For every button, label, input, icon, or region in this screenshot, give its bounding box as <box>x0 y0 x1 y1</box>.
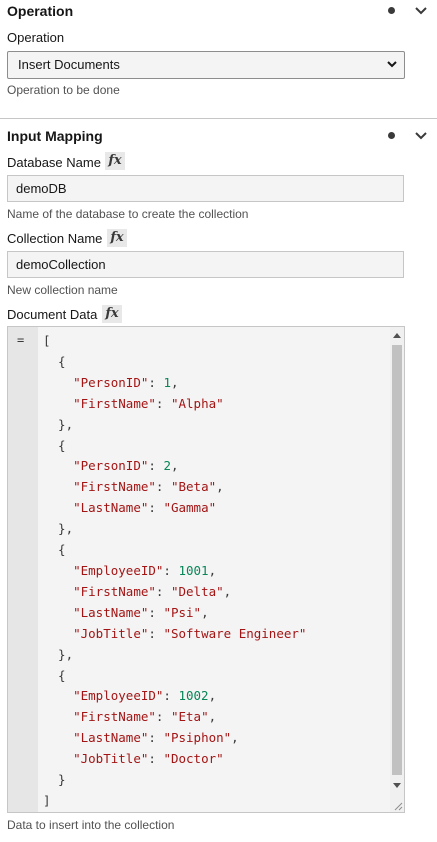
status-dot-icon <box>388 7 395 14</box>
code-line: { <box>43 667 66 683</box>
code-line: "EmployeeID": 1001, <box>73 562 217 578</box>
code-line: }, <box>43 416 74 432</box>
operation-section: Operation Operation Insert Documents Ope… <box>0 0 437 118</box>
code-line: "FirstName": "Eta", <box>73 709 217 725</box>
database-name-label: Database Name <box>7 155 101 170</box>
operation-helper-text: Operation to be done <box>7 83 120 97</box>
chevron-down-icon[interactable] <box>413 5 429 17</box>
operation-section-title: Operation <box>7 3 74 19</box>
scrollbar-thumb[interactable] <box>392 345 402 775</box>
operation-field-label: Operation <box>7 30 65 45</box>
code-line: "PersonID": 1, <box>73 374 179 390</box>
code-line: "FirstName": "Delta", <box>73 583 232 599</box>
collection-name-label: Collection Name <box>7 231 103 246</box>
status-dot-icon <box>388 132 395 139</box>
code-line: "EmployeeID": 1002, <box>73 688 217 704</box>
code-line: [ <box>43 333 51 348</box>
database-name-helper: Name of the database to create the colle… <box>7 207 249 221</box>
code-line: "JobTitle": "Doctor" <box>73 751 224 767</box>
code-line: { <box>43 353 66 369</box>
code-line: }, <box>43 646 74 662</box>
database-name-input[interactable]: demoDB <box>7 175 404 202</box>
input-mapping-title: Input Mapping <box>7 128 103 144</box>
scroll-down-arrow-icon[interactable] <box>393 783 401 788</box>
editor-scrollbar[interactable] <box>390 327 404 812</box>
editor-gutter: = <box>8 327 38 812</box>
code-line: } <box>43 772 66 788</box>
code-line: "FirstName": "Beta", <box>73 479 224 495</box>
code-line: "PersonID": 2, <box>73 458 179 474</box>
code-line: "LastName": "Psiphon", <box>73 730 239 746</box>
fold-icon[interactable]: = <box>17 333 24 347</box>
code-line: "JobTitle": "Software Engineer" <box>73 625 307 641</box>
document-data-editor[interactable]: = [ { "PersonID": 1, "FirstName": "Alpha… <box>7 326 405 813</box>
code-line: }, <box>43 521 74 537</box>
collection-name-input[interactable]: demoCollection <box>7 251 404 278</box>
chevron-down-icon[interactable] <box>413 130 429 142</box>
document-data-label: Document Data <box>7 307 98 322</box>
editor-code[interactable]: [ { "PersonID": 1, "FirstName": "Alpha" … <box>43 331 306 812</box>
collection-name-helper: New collection name <box>7 283 118 297</box>
fx-icon[interactable]: fx <box>107 229 127 247</box>
code-line: "LastName": "Psi", <box>73 604 209 620</box>
code-line: "FirstName": "Alpha" <box>73 395 224 411</box>
operation-select[interactable]: Insert Documents <box>7 51 405 79</box>
resize-handle-icon[interactable] <box>391 799 403 811</box>
code-line: { <box>43 437 66 453</box>
fx-icon[interactable]: fx <box>105 152 125 170</box>
section-divider <box>0 118 437 119</box>
code-line: { <box>43 542 66 558</box>
fx-icon[interactable]: fx <box>102 305 122 323</box>
scroll-up-arrow-icon[interactable] <box>393 333 401 338</box>
chevron-down-icon <box>387 61 397 68</box>
code-line: "LastName": "Gamma" <box>73 500 217 516</box>
document-data-helper: Data to insert into the collection <box>7 818 175 832</box>
operation-select-value: Insert Documents <box>18 57 120 72</box>
code-line: ] <box>43 792 51 808</box>
